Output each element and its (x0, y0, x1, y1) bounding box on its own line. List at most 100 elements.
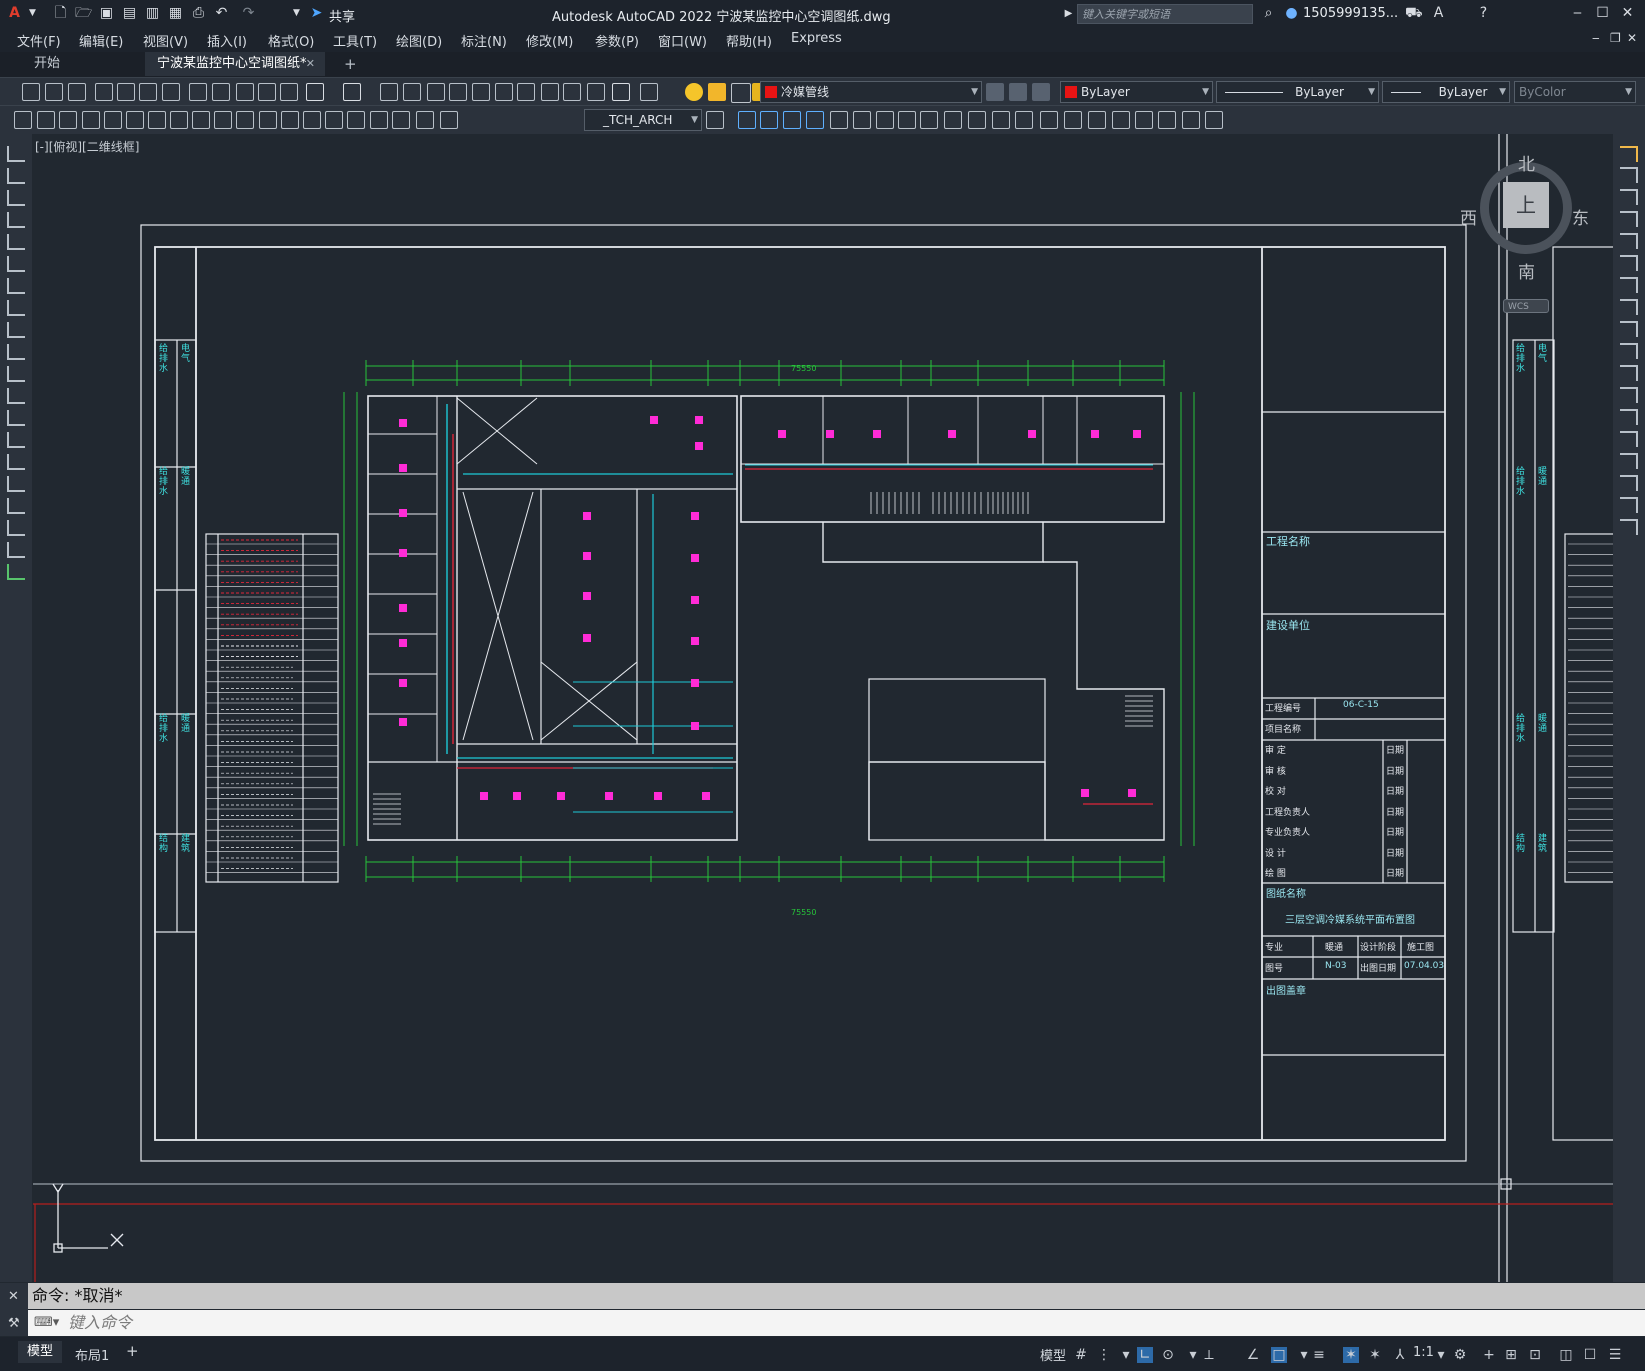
lineweight-icon[interactable]: ≡ (1311, 1347, 1327, 1363)
array-icon[interactable] (1620, 233, 1638, 249)
search-input[interactable]: 键入关键字或短语 (1077, 4, 1253, 24)
hatch-edit-icon[interactable] (1205, 111, 1223, 129)
break-at-point-icon[interactable] (1620, 387, 1638, 403)
menu-modify[interactable]: 修改(M) (526, 31, 573, 50)
move-icon[interactable] (853, 111, 871, 129)
customize-status-icon[interactable]: ☰ (1607, 1347, 1623, 1363)
layer-previous-icon[interactable] (1009, 83, 1027, 101)
dim-space-icon[interactable] (259, 111, 277, 129)
extend-icon[interactable] (1620, 365, 1638, 381)
new-icon[interactable] (22, 83, 40, 101)
annotation-monitor-icon[interactable]: + (1481, 1347, 1497, 1363)
app-menu-chevron-icon[interactable]: ▼ (24, 5, 41, 22)
save-icon[interactable]: ▣ (98, 5, 115, 22)
fillet-icon[interactable] (1620, 475, 1638, 491)
join-icon[interactable] (1620, 431, 1638, 447)
layout1-tab[interactable]: 布局1 (75, 1345, 109, 1364)
rectangle-icon[interactable] (7, 234, 25, 250)
layer-properties-icon[interactable] (640, 83, 658, 101)
color-dropdown[interactable]: ByLayer ▼ (1060, 81, 1213, 103)
redo-icon[interactable] (343, 83, 361, 101)
copy-icon[interactable] (1620, 167, 1638, 183)
undo-icon[interactable] (306, 83, 324, 101)
osnap-icon[interactable]: □ (1271, 1347, 1287, 1363)
zoom-window-icon[interactable] (427, 83, 445, 101)
copy-object-icon[interactable] (760, 111, 778, 129)
doc-restore-icon[interactable]: ❐ (1610, 31, 1621, 45)
ellipse-icon[interactable] (7, 344, 25, 360)
dim-ordinate-icon[interactable] (82, 111, 100, 129)
command-customize-wrench-icon[interactable]: ⚒ (8, 1316, 20, 1331)
rotate-icon[interactable] (1620, 277, 1638, 293)
make-current-layer-icon[interactable] (986, 83, 1004, 101)
maximize-icon[interactable]: ☐ (1594, 5, 1611, 22)
draworder-icon[interactable] (1158, 111, 1176, 129)
ortho-icon[interactable]: ∟ (1137, 1347, 1153, 1363)
add-layout-button[interactable]: + (126, 1342, 139, 1360)
viewcube-south[interactable]: 南 (1518, 258, 1535, 283)
cart-icon[interactable]: ⛟ (1405, 5, 1423, 22)
dim-update-icon[interactable] (440, 111, 458, 129)
gradient-icon[interactable] (7, 476, 25, 492)
zoom-previous-icon[interactable] (449, 83, 467, 101)
blend-curves-icon[interactable] (1620, 497, 1638, 513)
undo-icon[interactable]: ↶ (213, 5, 230, 22)
construction-line-icon[interactable] (7, 168, 25, 184)
model-tab[interactable]: 模型 (18, 1341, 62, 1363)
isolate-objects-icon[interactable]: ◫ (1558, 1347, 1574, 1363)
table-icon[interactable] (7, 520, 25, 536)
region-icon[interactable] (7, 498, 25, 514)
tool-palettes-icon[interactable] (517, 83, 535, 101)
lineweight-dropdown[interactable]: ByLayer ▼ (1382, 81, 1510, 103)
dim-radius-icon[interactable] (104, 111, 122, 129)
ellipse-arc-icon[interactable] (7, 366, 25, 382)
break-icon[interactable] (1620, 409, 1638, 425)
dim-baseline-icon[interactable] (214, 111, 232, 129)
insert-block-icon[interactable] (7, 388, 25, 404)
scale-chevron-icon[interactable]: ▾ (1433, 1347, 1449, 1363)
dim-style-icon[interactable] (706, 111, 724, 129)
command-input[interactable]: ⌨▾ 键入命令 (28, 1310, 1645, 1336)
plotstyle-dropdown[interactable]: ByColor ▼ (1514, 81, 1636, 103)
dim-break-icon[interactable] (281, 111, 299, 129)
new-file-icon[interactable]: 🗋 (52, 5, 69, 22)
customize-chevron-icon[interactable]: ▼ (288, 5, 305, 22)
wcs-menu[interactable]: WCS (1503, 299, 1549, 313)
help-icon[interactable]: ? (1475, 5, 1492, 22)
text-style-dropdown[interactable]: _TCH_ARCH ▼ (584, 109, 702, 131)
save-icon[interactable] (68, 83, 86, 101)
osnap-chevron-icon[interactable]: ▾ (1296, 1347, 1312, 1363)
offset-icon[interactable] (806, 111, 824, 129)
3d-print-icon[interactable] (162, 83, 180, 101)
stretch-icon[interactable] (920, 111, 938, 129)
polar-icon[interactable]: ⊙ (1160, 1347, 1176, 1363)
menu-window[interactable]: 窗口(W) (658, 31, 707, 50)
units-icon[interactable]: ⊞ (1503, 1347, 1519, 1363)
circle-icon[interactable] (7, 278, 25, 294)
trim-icon[interactable] (944, 111, 962, 129)
tab-close-icon[interactable]: ✕ (306, 52, 315, 76)
join-icon[interactable] (1015, 111, 1033, 129)
menu-insert[interactable]: 插入(I) (207, 31, 247, 50)
break-icon[interactable] (992, 111, 1010, 129)
dim-aligned-icon[interactable] (37, 111, 55, 129)
dim-continue-icon[interactable] (236, 111, 254, 129)
match-properties-icon[interactable] (258, 83, 276, 101)
group-icon[interactable] (1112, 111, 1130, 129)
dim-angular-icon[interactable] (170, 111, 188, 129)
offset-icon[interactable] (1620, 211, 1638, 227)
viewcube-east[interactable]: 东 (1572, 204, 1589, 229)
line-icon[interactable] (7, 146, 25, 162)
user-icon[interactable]: ● (1283, 5, 1300, 22)
menu-format[interactable]: 格式(O) (268, 31, 314, 50)
array-icon[interactable] (830, 111, 848, 129)
grid-icon[interactable]: # (1073, 1347, 1089, 1363)
block-editor-icon[interactable] (280, 83, 298, 101)
tab-add-button[interactable]: + (332, 52, 360, 76)
zoom-realtime-icon[interactable] (403, 83, 421, 101)
autodesk-a360-icon[interactable]: A (1430, 5, 1447, 22)
dim-edit-icon[interactable] (392, 111, 410, 129)
menu-express[interactable]: Express (791, 31, 842, 46)
open-icon[interactable] (45, 83, 63, 101)
sheet-set-icon[interactable] (541, 83, 559, 101)
